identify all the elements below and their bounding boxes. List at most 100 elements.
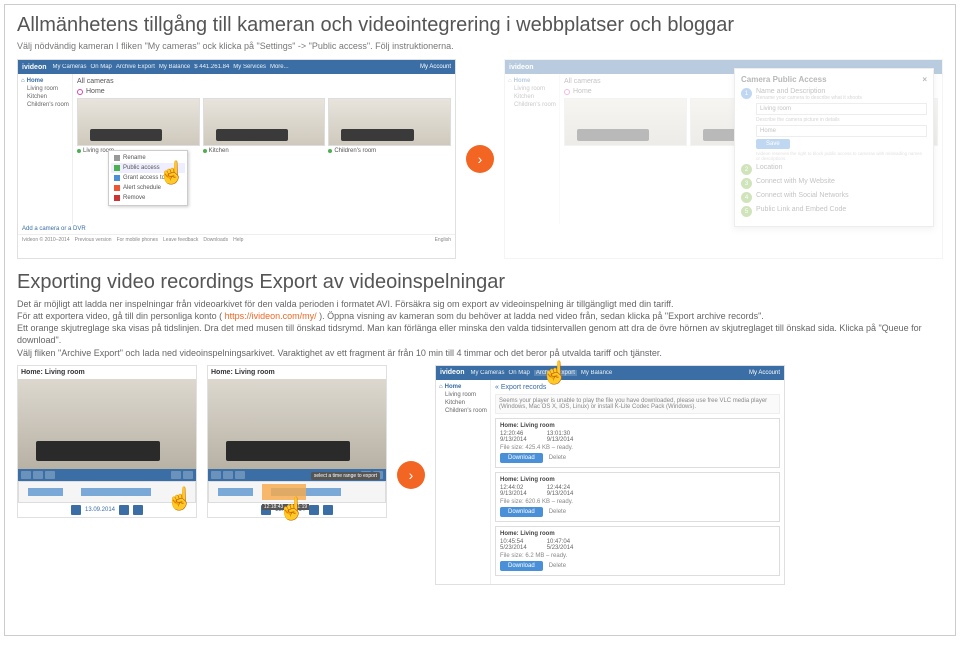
export-card: Home: Living room 12:20:469/13/201413:01… bbox=[495, 418, 780, 468]
step1-rename-hint: Rename your camera to describe what it s… bbox=[756, 95, 927, 101]
nav-archive[interactable]: Archive Export bbox=[116, 64, 155, 70]
topbar: ivideon My Cameras On Map Archive Export… bbox=[18, 60, 455, 74]
prev-link[interactable]: Previous version bbox=[75, 237, 112, 243]
nav-cameras[interactable]: My Cameras bbox=[53, 64, 87, 70]
card-size: File size: 425.4 KB – ready. bbox=[500, 445, 775, 451]
player-controls[interactable] bbox=[18, 469, 196, 481]
camera-name-input[interactable]: Living room bbox=[756, 103, 927, 115]
timeline-hint: select a time range to export bbox=[311, 472, 380, 480]
copyright: Ivideon © 2010–2014 bbox=[22, 237, 70, 243]
zoom-icon[interactable] bbox=[119, 505, 129, 515]
row2: Home: Living room 13.09.2014 Home: Livin… bbox=[17, 365, 943, 585]
crumb-all: All cameras bbox=[77, 78, 451, 85]
zoom-icon[interactable] bbox=[309, 505, 319, 515]
pencil-icon bbox=[114, 155, 120, 161]
export-card: Home: Living room 10:45:545/23/201410:47… bbox=[495, 526, 780, 576]
nav-balance[interactable]: My Balance bbox=[159, 64, 190, 70]
sidebar-item[interactable]: Living room bbox=[27, 86, 69, 92]
export-card: Home: Living room 12:44:029/13/201412:44… bbox=[495, 472, 780, 522]
downloads-link[interactable]: Downloads bbox=[203, 237, 228, 243]
step2-label[interactable]: Location bbox=[756, 164, 782, 171]
add-camera-link[interactable]: Add a camera or a DVR bbox=[18, 224, 455, 234]
account-link[interactable]: https://ivideon.com/my/ bbox=[225, 311, 317, 321]
menu-remove[interactable]: Remove bbox=[111, 193, 185, 203]
step-num-4: 4 bbox=[741, 192, 752, 203]
step-num-1: 1 bbox=[741, 88, 752, 99]
arrow-next-icon: › bbox=[466, 145, 494, 173]
player-video[interactable] bbox=[18, 379, 196, 469]
pin-icon bbox=[77, 89, 83, 95]
hand-cursor-icon bbox=[541, 360, 571, 390]
sidebar: ⌂Home Living room Kitchen Children's roo… bbox=[436, 380, 491, 584]
download-button[interactable]: Download bbox=[500, 453, 543, 463]
nav-more[interactable]: More... bbox=[270, 64, 289, 70]
player-title: Home: Living room bbox=[18, 366, 196, 379]
save-button[interactable]: Save bbox=[756, 139, 790, 149]
export-main: « Export records Seems your player is un… bbox=[491, 380, 784, 584]
camera-grid: Living room Kitchen Children's room bbox=[77, 98, 451, 156]
globe-icon bbox=[114, 165, 120, 171]
section2-title: Exporting video recordings Export av vid… bbox=[17, 271, 943, 294]
export-note: Seems your player is unable to play the … bbox=[495, 394, 780, 414]
bell-icon bbox=[114, 185, 120, 191]
section1-title: Allmänhetens tillgång till kameran och v… bbox=[17, 13, 943, 37]
arrow-next-icon: › bbox=[397, 461, 425, 489]
nav-balance-val: $ 441.261.84 bbox=[194, 64, 229, 70]
public-access-dialog: Camera Public Access× 1 Name and Descrip… bbox=[734, 68, 934, 227]
download-button[interactable]: Download bbox=[500, 561, 543, 571]
camera-tile[interactable]: Living room bbox=[77, 98, 200, 156]
card-title: Home: Living room bbox=[500, 423, 775, 429]
topbar: ivideon My CamerasOn MapArchive ExportMy… bbox=[436, 366, 784, 380]
lang-link[interactable]: English bbox=[435, 237, 451, 243]
prev-icon[interactable] bbox=[71, 505, 81, 515]
step-num-2: 2 bbox=[741, 164, 752, 175]
nav-account[interactable]: My Account bbox=[420, 64, 451, 70]
zoom-icon[interactable] bbox=[323, 505, 333, 515]
export-list-screenshot: ivideon My CamerasOn MapArchive ExportMy… bbox=[435, 365, 785, 585]
main: All cameras Home Living room Kitchen Chi… bbox=[73, 74, 455, 224]
row1: ivideon My Cameras On Map Archive Export… bbox=[17, 59, 943, 259]
sidebar: ⌂Home Living room Kitchen Children's roo… bbox=[18, 74, 73, 224]
dialog-title: Camera Public Access× bbox=[741, 75, 927, 84]
screenshot-dialog-bg: ivideon ⌂Home Living room Kitchen Childr… bbox=[504, 59, 943, 259]
help-link[interactable]: Help bbox=[233, 237, 243, 243]
section1-subtitle: Välj nödvändig kameran I fliken "My came… bbox=[17, 41, 943, 51]
step1-label: Name and Description bbox=[756, 88, 927, 95]
delete-link[interactable]: Delete bbox=[549, 455, 566, 461]
crumb-home: Home bbox=[77, 88, 451, 95]
feedback-link[interactable]: Leave feedback bbox=[163, 237, 198, 243]
topnav: My Cameras On Map Archive Export My Bala… bbox=[53, 64, 420, 70]
player-video[interactable] bbox=[208, 379, 386, 469]
home-icon: ⌂ bbox=[21, 78, 25, 84]
camera-desc-input[interactable]: Home bbox=[756, 125, 927, 137]
sidebar-item[interactable]: Kitchen bbox=[27, 94, 69, 100]
step5-label[interactable]: Public Link and Embed Code bbox=[756, 206, 846, 213]
step-num-5: 5 bbox=[741, 206, 752, 217]
step3-label[interactable]: Connect with My Website bbox=[756, 178, 835, 185]
zoom-icon[interactable] bbox=[133, 505, 143, 515]
hand-cursor-icon bbox=[278, 496, 308, 526]
share-icon bbox=[114, 175, 120, 181]
delete-link[interactable]: Delete bbox=[549, 509, 566, 515]
nav-services[interactable]: My Services bbox=[233, 64, 266, 70]
step4-label[interactable]: Connect with Social Networks bbox=[756, 192, 849, 199]
page: Allmänhetens tillgång till kameran och v… bbox=[4, 4, 956, 636]
sidebar-home[interactable]: ⌂Home bbox=[21, 78, 69, 84]
footer: Ivideon © 2010–2014 Previous version For… bbox=[18, 234, 455, 245]
section2-body: Det är möjligt att ladda ner inspelninga… bbox=[17, 298, 943, 359]
close-icon[interactable]: × bbox=[922, 75, 927, 84]
delete-link[interactable]: Delete bbox=[549, 563, 566, 569]
sidebar-item[interactable]: Children's room bbox=[27, 102, 69, 108]
camera-tile[interactable]: Kitchen bbox=[203, 98, 326, 156]
hand-cursor-icon bbox=[158, 160, 188, 190]
screenshot-context-menu: ivideon My Cameras On Map Archive Export… bbox=[17, 59, 456, 259]
step-num-3: 3 bbox=[741, 178, 752, 189]
shot-body: ⌂Home Living room Kitchen Children's roo… bbox=[18, 74, 455, 224]
camera-tile[interactable]: Children's room bbox=[328, 98, 451, 156]
step1-desc-hint: Describe the camera picture in details bbox=[756, 117, 927, 123]
mobile-link[interactable]: For mobile phones bbox=[117, 237, 158, 243]
logo[interactable]: ivideon bbox=[22, 64, 47, 71]
export-tab[interactable]: « Export records bbox=[495, 384, 780, 391]
download-button[interactable]: Download bbox=[500, 507, 543, 517]
nav-map[interactable]: On Map bbox=[91, 64, 112, 70]
